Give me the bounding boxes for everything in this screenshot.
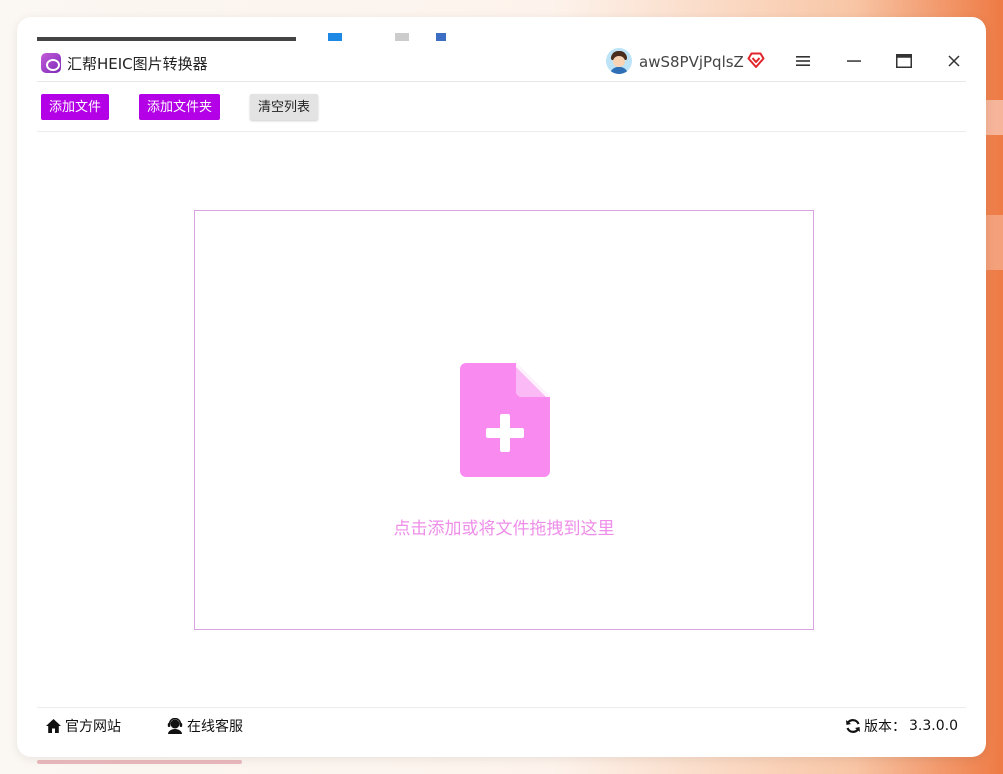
close-button[interactable] [941, 49, 967, 73]
maximize-button[interactable] [891, 49, 917, 73]
version-info[interactable]: 版本： 3.3.0.0 [845, 716, 958, 736]
home-icon [46, 719, 61, 733]
customer-service-icon [167, 718, 183, 734]
app-logo-icon [41, 53, 61, 73]
background-window-icon [395, 33, 409, 41]
username[interactable]: awS8PVjPqlsZ [639, 53, 744, 71]
add-file-icon [460, 363, 550, 477]
add-file-button[interactable]: 添加文件 [41, 94, 110, 120]
toolbar: 添加文件 添加文件夹 清空列表 [37, 83, 966, 132]
menu-button[interactable] [790, 49, 816, 73]
vip-icon[interactable] [747, 51, 765, 69]
maximize-icon [896, 54, 912, 68]
app-title: 汇帮HEIC图片转换器 [67, 55, 208, 73]
app-window: 汇帮HEIC图片转换器 awS8PVjPqlsZ 添加文件 添加文件夹 清空列表… [17, 17, 986, 757]
online-service-label: 在线客服 [187, 719, 243, 735]
clear-list-button[interactable]: 清空列表 [250, 94, 319, 120]
add-folder-button[interactable]: 添加文件夹 [139, 94, 221, 120]
close-icon [948, 55, 960, 67]
file-drop-zone[interactable]: 点击添加或将文件拖拽到这里 [194, 210, 814, 630]
user-avatar[interactable] [606, 48, 632, 74]
refresh-icon [846, 719, 861, 733]
drop-hint-text: 点击添加或将文件拖拽到这里 [393, 519, 615, 539]
status-bar: 官方网站 在线客服 版本： 3.3.0.0 [37, 707, 966, 743]
online-service-link[interactable]: 在线客服 [166, 716, 243, 736]
version-label: 版本： [864, 719, 907, 735]
background-window-fragment [17, 17, 986, 41]
minimize-icon [847, 60, 861, 62]
version-number: 3.3.0.0 [909, 718, 958, 734]
background-window-icon [436, 33, 446, 41]
background-window-icon [328, 33, 342, 41]
title-bar: 汇帮HEIC图片转换器 awS8PVjPqlsZ [37, 41, 966, 82]
official-site-label: 官方网站 [65, 719, 121, 735]
hamburger-menu-icon [796, 56, 810, 66]
minimize-button[interactable] [841, 49, 867, 73]
taskbar-fragment [37, 760, 242, 764]
official-site-link[interactable]: 官方网站 [45, 716, 121, 736]
